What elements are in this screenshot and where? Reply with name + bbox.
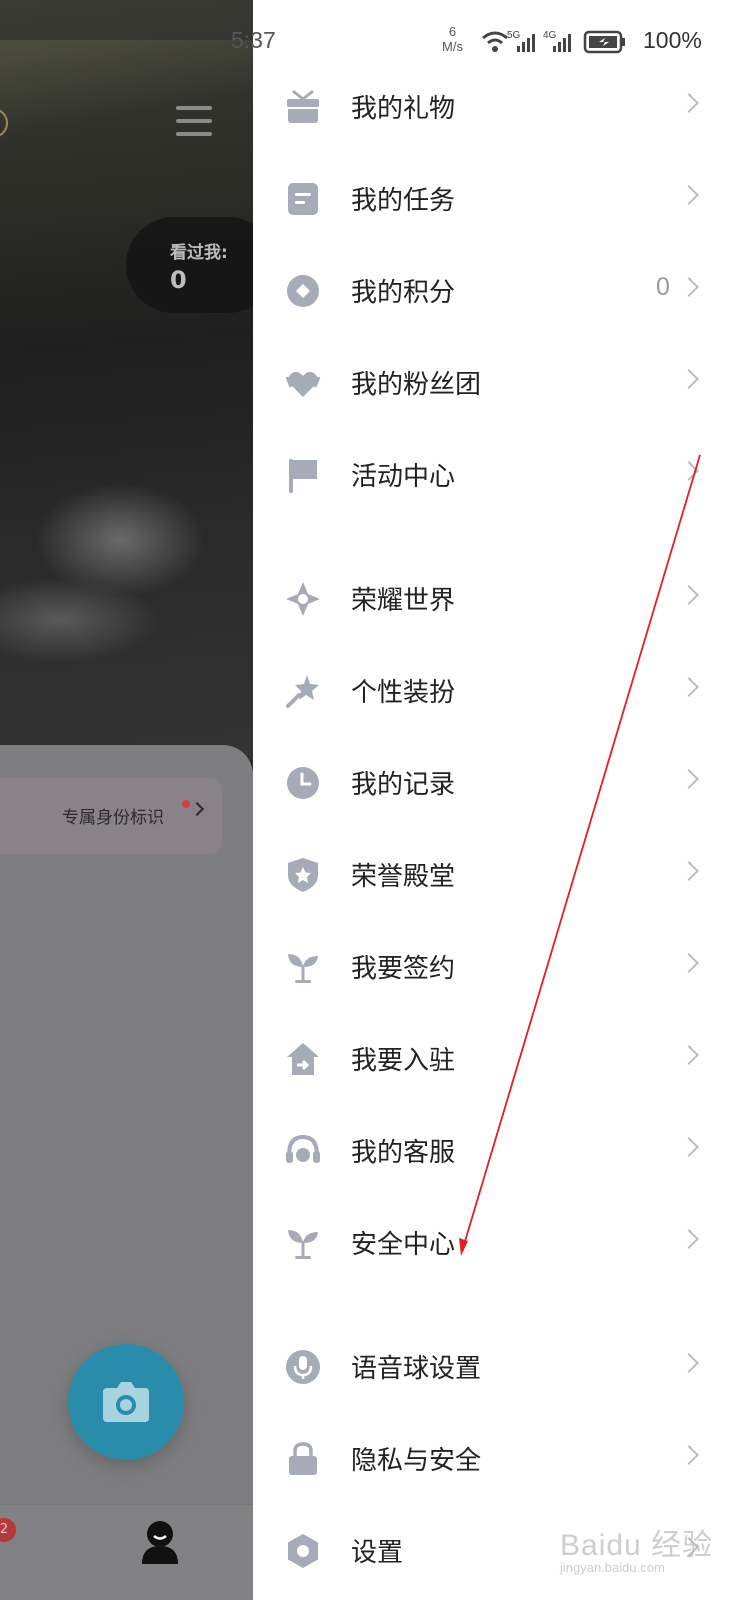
chevron-right-icon — [679, 953, 699, 973]
menu-item-my-points[interactable]: 我的积分 0 — [253, 246, 739, 336]
task-icon — [288, 183, 318, 215]
chevron-right-icon — [679, 769, 699, 789]
chevron-right-icon — [679, 93, 699, 113]
points-icon — [287, 275, 319, 307]
watermark: Baidu 经验 jingyan.baidu.com — [560, 1529, 714, 1575]
network-speed: 6 M/s — [442, 24, 463, 54]
menu-item-join-platform[interactable]: 我要入驻 — [253, 1014, 739, 1104]
background-app: 看过我: 0 专属身份标识 2 — [0, 0, 253, 1600]
notification-dot — [182, 800, 190, 808]
sprout-icon — [288, 1230, 318, 1259]
chevron-right-icon — [679, 1445, 699, 1465]
hamburger-menu-icon[interactable] — [176, 106, 212, 136]
battery-percent: 100% — [643, 27, 702, 53]
lock-icon — [289, 1442, 317, 1475]
sprout-icon — [288, 954, 318, 983]
shield-star-icon — [288, 858, 318, 892]
chevron-right-icon — [679, 1353, 699, 1373]
battery-icon — [583, 30, 625, 54]
settings-hexagon-icon — [288, 1534, 318, 1568]
profile-nav-icon[interactable] — [140, 1520, 180, 1568]
menu-item-honor-world[interactable]: 荣耀世界 — [253, 554, 739, 644]
svg-text:5G: 5G — [507, 30, 521, 41]
chevron-right-icon — [679, 585, 699, 605]
magic-wand-icon — [286, 675, 319, 708]
chevron-right-icon — [679, 1045, 699, 1065]
chevron-right-icon — [679, 185, 699, 205]
chevron-right-icon — [679, 369, 699, 389]
camera-icon — [103, 1382, 149, 1422]
chevron-right-icon — [679, 1229, 699, 1249]
status-time: 5:37 — [231, 27, 276, 53]
menu-item-hall-of-fame[interactable]: 荣誉殿堂 — [253, 830, 739, 920]
menu-item-security-center[interactable]: 安全中心 — [253, 1198, 739, 1288]
microphone-icon — [286, 1350, 320, 1384]
chevron-right-icon — [679, 277, 699, 297]
visitors-label: 看过我: — [170, 243, 228, 263]
clock-icon — [287, 767, 319, 799]
menu-item-privacy-security[interactable]: 隐私与安全 — [253, 1414, 739, 1504]
menu-item-my-tasks[interactable]: 我的任务 — [253, 154, 739, 244]
chevron-right-icon — [679, 677, 699, 697]
bottom-nav — [0, 1504, 253, 1600]
status-icons: 5G 4G — [481, 26, 641, 62]
menu-item-my-gifts[interactable]: 我的礼物 — [253, 62, 739, 152]
menu-item-personal-dressup[interactable]: 个性装扮 — [253, 646, 739, 736]
honor-world-icon — [286, 582, 320, 616]
menu-item-my-records[interactable]: 我的记录 — [253, 738, 739, 828]
camera-button[interactable] — [68, 1344, 184, 1460]
visitors-pill[interactable] — [126, 217, 253, 313]
identity-label: 专属身份标识 — [62, 808, 164, 828]
headset-icon — [286, 1134, 320, 1163]
profile-cover-photo — [0, 0, 253, 760]
wifi-icon — [482, 31, 508, 45]
profile-sheet — [0, 745, 253, 1600]
menu-item-sign-contract[interactable]: 我要签约 — [253, 922, 739, 1012]
chevron-right-icon — [679, 461, 699, 481]
chevron-right-icon — [679, 1137, 699, 1157]
chevron-right-icon — [679, 861, 699, 881]
menu-item-activity-center[interactable]: 活动中心 — [253, 430, 739, 520]
menu-item-customer-service[interactable]: 我的客服 — [253, 1106, 739, 1196]
home-enter-icon — [287, 1043, 319, 1075]
svg-text:4G: 4G — [543, 30, 557, 41]
visitors-count: 0 — [170, 266, 187, 294]
fans-heart-icon — [285, 371, 321, 397]
flag-icon — [289, 459, 317, 493]
menu-item-my-fan-club[interactable]: 我的粉丝团 — [253, 338, 739, 428]
menu-item-voice-ball-settings[interactable]: 语音球设置 — [253, 1322, 739, 1412]
points-value: 0 — [656, 273, 670, 301]
gift-icon — [287, 89, 319, 123]
